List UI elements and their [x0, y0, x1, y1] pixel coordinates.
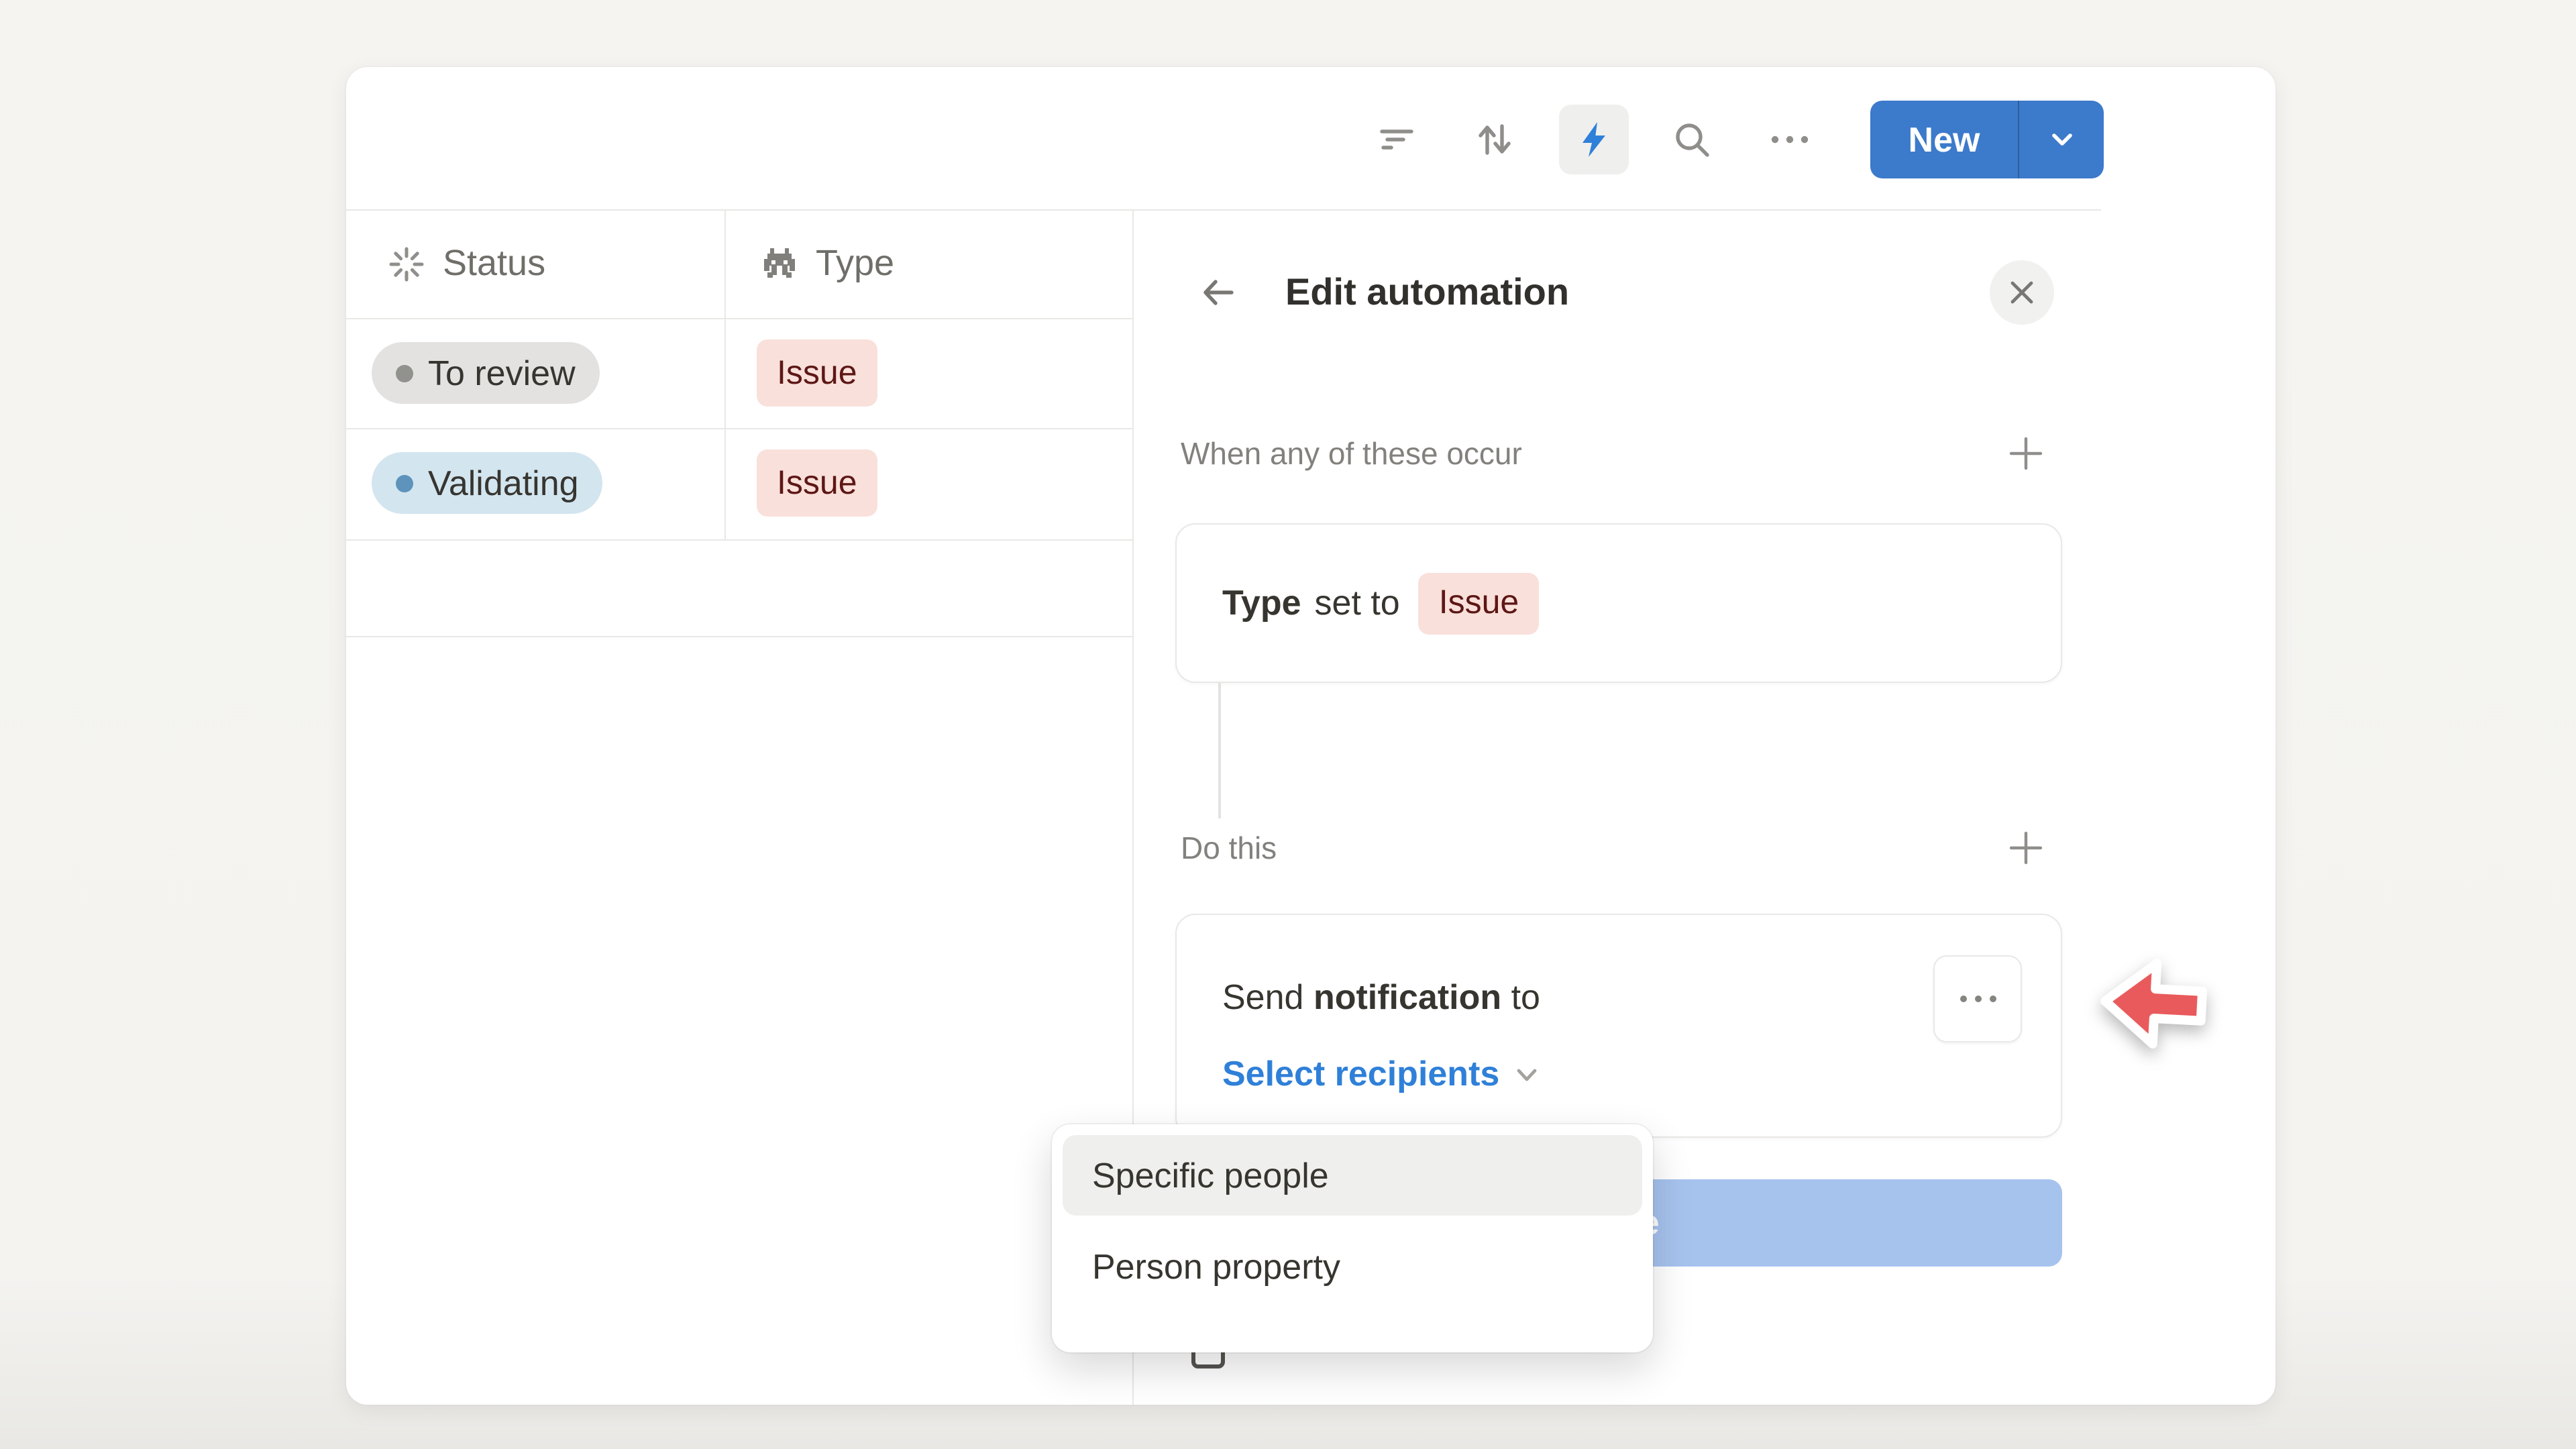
status-label: Validating — [428, 462, 579, 504]
arrow-left-icon — [1198, 272, 1238, 313]
trigger-value-tag: Issue — [1419, 572, 1540, 634]
annotation-arrow-left — [2093, 950, 2214, 1058]
flow-connector-line — [1218, 683, 1221, 818]
status-label: To review — [428, 352, 576, 394]
row-divider — [346, 636, 1132, 637]
chevron-down-icon — [1511, 1059, 1541, 1089]
close-button[interactable] — [1990, 260, 2054, 325]
plus-icon — [2007, 435, 2045, 472]
page-background: New Status — [0, 0, 2576, 1449]
trigger-card[interactable]: Type set to Issue — [1175, 523, 2062, 683]
column-label: Type — [816, 243, 894, 284]
search-button[interactable] — [1672, 119, 1712, 160]
action-text-prefix: Send — [1222, 977, 1303, 1017]
filter-button[interactable] — [1377, 119, 1417, 160]
action-card: Send notification to Select recipients — [1175, 914, 2062, 1138]
more-icon — [1766, 119, 1814, 160]
column-header-type[interactable]: Type — [759, 209, 894, 318]
database-window: New Status — [346, 67, 2275, 1405]
type-label: Issue — [777, 464, 857, 502]
column-divider — [724, 209, 726, 539]
action-text-suffix: to — [1511, 977, 1540, 1017]
automation-lightning-icon — [1574, 119, 1614, 160]
view-options-button[interactable] — [1766, 119, 1814, 160]
plus-icon — [2007, 829, 2045, 867]
sort-button[interactable] — [1474, 119, 1515, 160]
new-button[interactable]: New — [1870, 101, 2018, 178]
filter-icon — [1377, 119, 1417, 160]
type-cell-tag[interactable]: Issue — [757, 449, 877, 517]
status-cell-pill[interactable]: To review — [372, 342, 600, 404]
recipients-menu: Specific people Person property — [1052, 1124, 1653, 1352]
action-section-label: Do this — [1181, 829, 1277, 867]
back-button[interactable] — [1193, 268, 1244, 317]
stage: New Status — [0, 0, 2576, 1449]
status-property-icon — [386, 244, 427, 284]
type-label: Issue — [777, 354, 857, 392]
more-icon — [1960, 996, 1966, 1002]
trigger-property: Type — [1222, 582, 1301, 624]
column-label: Status — [443, 243, 545, 284]
trigger-operator: set to — [1315, 582, 1400, 624]
status-dot — [396, 364, 413, 382]
close-icon — [2007, 278, 2037, 307]
new-button-group: New — [1870, 101, 2104, 178]
trigger-section-label: When any of these occur — [1181, 435, 1522, 472]
select-recipients-dropdown[interactable]: Select recipients — [1222, 1053, 1541, 1095]
add-action-button[interactable] — [2007, 829, 2045, 867]
column-header-status[interactable]: Status — [386, 209, 545, 318]
panel-title: Edit automation — [1285, 268, 1569, 317]
action-text-emphasis: notification — [1313, 977, 1501, 1017]
status-cell-pill[interactable]: Validating — [372, 452, 603, 514]
row-divider — [346, 318, 1132, 319]
toolbar-divider — [346, 209, 2101, 211]
chevron-down-icon — [2045, 123, 2078, 156]
sort-icon — [1474, 119, 1515, 160]
action-more-button[interactable] — [1933, 955, 2022, 1042]
menu-item-specific-people[interactable]: Specific people — [1063, 1135, 1642, 1216]
add-trigger-button[interactable] — [2007, 435, 2045, 472]
search-icon — [1672, 119, 1712, 160]
type-cell-tag[interactable]: Issue — [757, 339, 877, 407]
select-recipients-label: Select recipients — [1222, 1053, 1499, 1095]
row-divider — [346, 539, 1132, 541]
row-divider — [346, 428, 1132, 429]
new-dropdown-button[interactable] — [2019, 101, 2104, 178]
menu-item-person-property[interactable]: Person property — [1063, 1226, 1642, 1307]
bug-icon — [759, 244, 800, 284]
status-dot — [396, 474, 413, 492]
automation-button[interactable] — [1559, 105, 1629, 174]
action-description: Send notification to — [1222, 974, 1540, 1020]
